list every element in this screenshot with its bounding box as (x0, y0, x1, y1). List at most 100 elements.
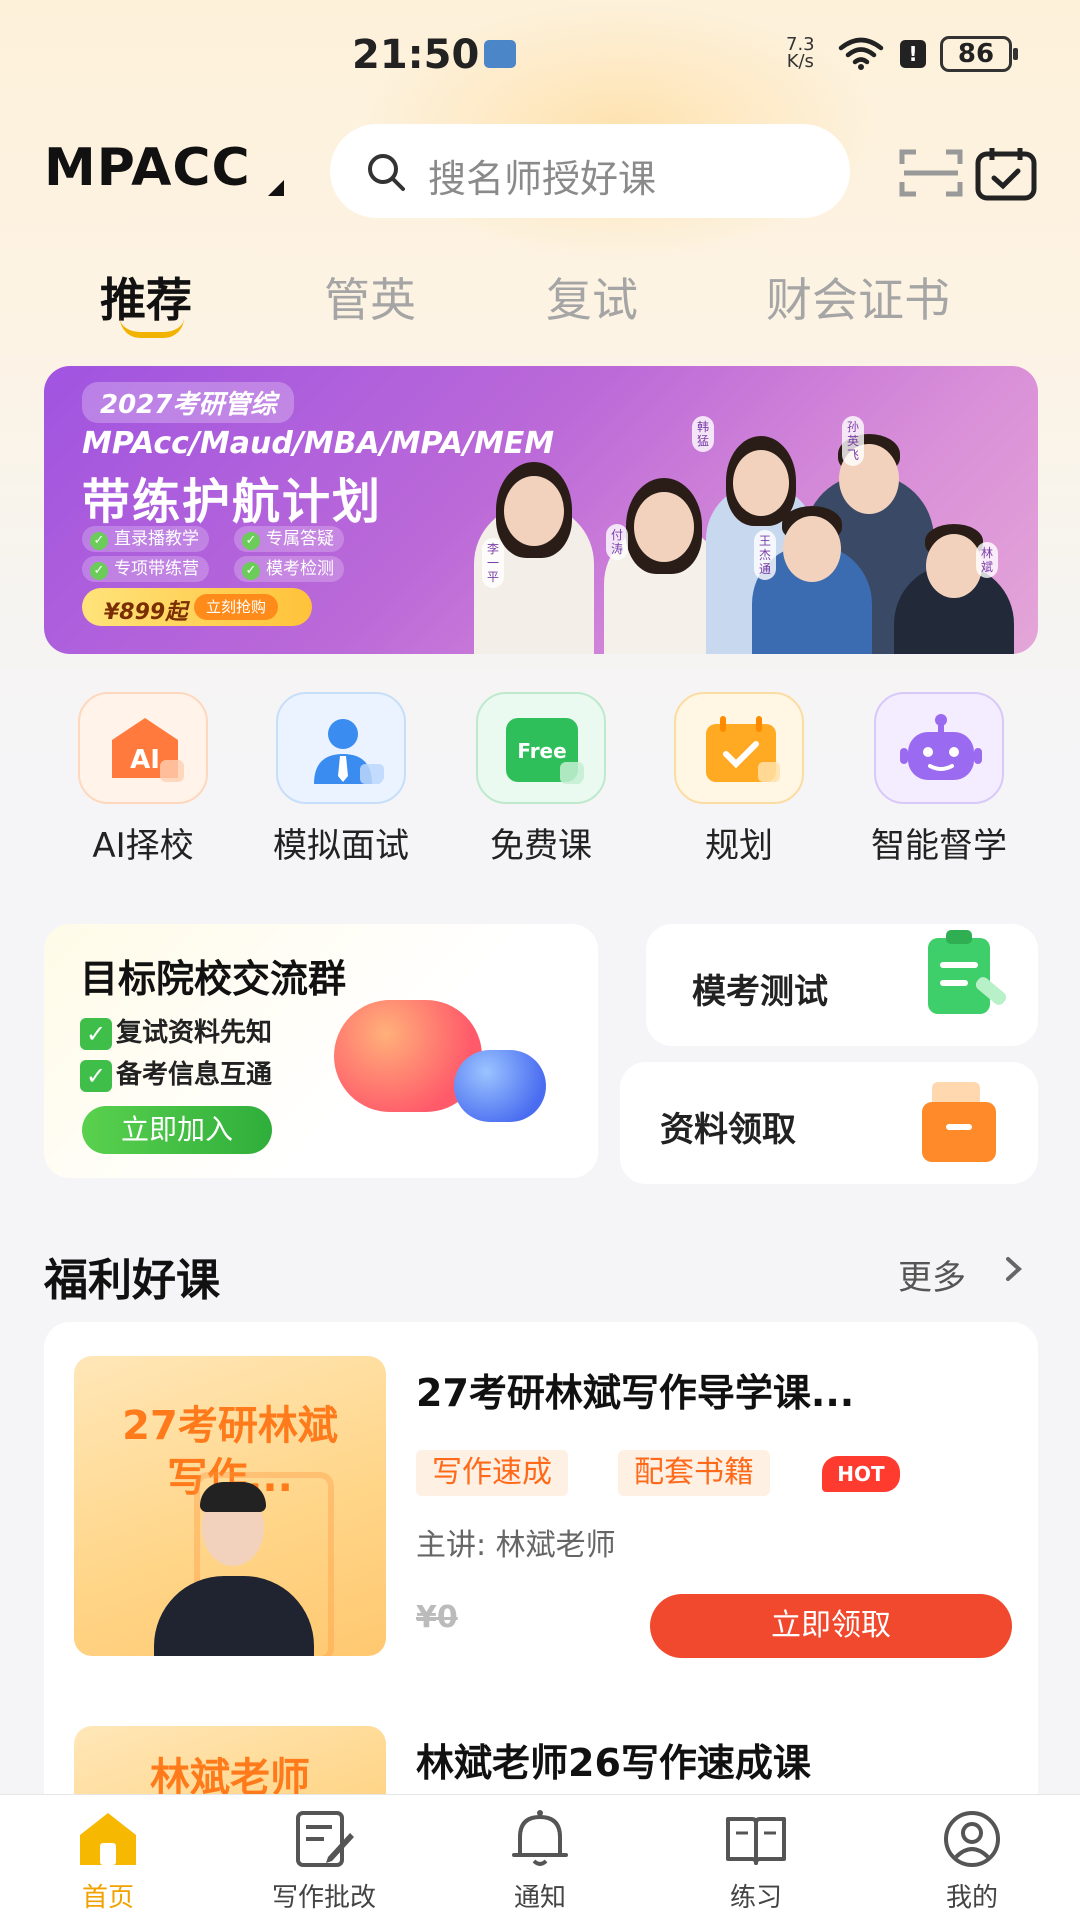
banner-price-pill[interactable]: ¥899起 立刻抢购 (82, 588, 312, 626)
group-card-line-text: 备考信息互通 (116, 1060, 273, 1090)
banner-buy-button[interactable]: 立刻抢购 (194, 594, 279, 620)
banner-chip: 模考检测 (234, 556, 344, 582)
smart-supervise-label: 智能督学 (871, 826, 1007, 866)
teacher-name-tag: 王杰通 (754, 530, 776, 580)
check-icon: ✓ (80, 1017, 112, 1050)
group-card-line: ✓ 复试资料先知 (80, 1012, 272, 1050)
group-card-line-text: 复试资料先知 (116, 1018, 273, 1048)
mock-interview-button[interactable] (276, 692, 406, 804)
battery-indicator: 86 (940, 36, 1018, 72)
ai-school-label: AI择校 (92, 826, 194, 866)
search-icon (368, 154, 405, 191)
section-title: 福利好课 (44, 1255, 220, 1306)
course-thumbnail[interactable]: 27考研林斌写作... (74, 1356, 386, 1656)
promo-banner[interactable]: 2027考研管综 MPAcc/Maud/MBA/MPA/MEM 带练护航计划 直… (44, 366, 1038, 654)
nav-writing-review[interactable]: 写作批改 (216, 1795, 432, 1920)
banner-subtitle: MPAcc/Maud/MBA/MPA/MEM (82, 426, 555, 461)
nav-practice-label: 练习 (729, 1883, 782, 1913)
tab-management-english[interactable]: 管英 (324, 264, 416, 330)
mock-exam-label: 模考测试 (692, 972, 828, 1012)
free-course-icon: Free (506, 718, 584, 784)
plan-calendar-icon (706, 716, 780, 782)
free-course-button[interactable]: Free (476, 692, 606, 804)
banner-chip: 专属答疑 (234, 526, 344, 552)
network-speed: 7.3 K/s (786, 36, 815, 72)
nav-home[interactable]: 首页 (0, 1795, 216, 1920)
status-time: 21:50 (352, 32, 480, 78)
ai-school-button[interactable]: AI (78, 692, 208, 804)
tab-accounting-cert[interactable]: 财会证书 (766, 264, 950, 330)
nav-practice[interactable]: 练习 (648, 1795, 864, 1920)
teacher-label: 主讲: (416, 1528, 487, 1563)
course-tag: 配套书籍 (618, 1450, 770, 1496)
svg-text:Free: Free (517, 739, 566, 763)
banner-tag: 2027考研管综 (82, 382, 295, 423)
nav-profile[interactable]: 我的 (864, 1795, 1080, 1920)
course-title[interactable]: 林斌老师26写作速成课 (416, 1732, 811, 1787)
plan-label: 规划 (705, 826, 773, 866)
course-teacher: 主讲: 林斌老师 (416, 1520, 616, 1564)
join-group-button[interactable]: 立即加入 (82, 1106, 272, 1154)
nav-writing-review-label: 写作批改 (271, 1883, 376, 1913)
teacher-name-tag: 李一平 (482, 538, 504, 588)
claim-course-button[interactable]: 立即领取 (650, 1594, 1012, 1658)
network-speed-unit: K/s (786, 51, 814, 72)
app-logo: MPACC (44, 138, 251, 198)
banner-price: ¥899起 (104, 600, 188, 625)
svg-text:AI: AI (130, 745, 160, 775)
banner-chip: 专项带练营 (82, 556, 209, 582)
interview-person-icon (314, 719, 384, 784)
calendar-check-icon[interactable] (974, 146, 1038, 202)
chevron-right-icon[interactable] (1002, 1256, 1026, 1282)
mock-exam-card[interactable]: 模考测试 (646, 924, 1038, 1046)
teacher-name-tag: 付涛 (606, 524, 628, 560)
scan-icon[interactable] (898, 146, 964, 200)
home-icon (80, 1813, 136, 1865)
free-course-label: 免费课 (490, 826, 592, 866)
search-bar[interactable]: 搜名师授好课 (330, 124, 850, 218)
course-price: ¥0 (416, 1600, 458, 1635)
status-bar: 21:50 7.3 K/s ! 86 (0, 0, 1080, 110)
search-placeholder: 搜名师授好课 (428, 157, 657, 201)
tab-retest[interactable]: 复试 (546, 264, 638, 330)
teacher-hair (200, 1482, 266, 1512)
robot-icon (900, 714, 982, 780)
teacher-name-tag: 韩猛 (692, 416, 714, 452)
bell-icon (512, 1810, 568, 1866)
edit-note-icon (296, 1811, 354, 1867)
plan-button[interactable] (674, 692, 804, 804)
teacher-name-tag: 林斌 (976, 542, 998, 578)
materials-card[interactable]: 资料领取 (620, 1062, 1038, 1184)
tab-active-indicator (120, 318, 184, 338)
open-book-icon (726, 1817, 786, 1865)
bottom-navigation: 首页 写作批改 通知 练习 我的 (0, 1794, 1080, 1920)
materials-box-icon (922, 1082, 996, 1162)
nav-notifications[interactable]: 通知 (432, 1795, 648, 1920)
teacher-name-tag: 孙英飞 (842, 416, 864, 466)
user-profile-icon (944, 1811, 1000, 1867)
logo-dropdown-icon[interactable] (268, 180, 284, 196)
alert-icon: ! (900, 40, 926, 68)
banner-chip: 直录播教学 (82, 526, 209, 552)
nav-profile-label: 我的 (945, 1883, 998, 1913)
nav-notifications-label: 通知 (513, 1883, 566, 1913)
app-notification-icon (484, 40, 516, 68)
chat-bubble-small-icon (454, 1050, 546, 1122)
materials-label: 资料领取 (660, 1110, 796, 1150)
group-card-line: ✓ 备考信息互通 (80, 1054, 272, 1092)
banner-title: 带练护航计划 (82, 474, 383, 530)
check-icon: ✓ (80, 1059, 112, 1092)
more-link[interactable]: 更多 (898, 1250, 966, 1299)
exam-clipboard-icon (928, 930, 1007, 1014)
course-tag: 写作速成 (416, 1450, 568, 1496)
ai-school-icon: AI (112, 718, 184, 782)
hot-badge: HOT (822, 1456, 900, 1492)
wifi-icon (838, 37, 884, 70)
teacher-name: 林斌老师 (495, 1528, 616, 1563)
course-title[interactable]: 27考研林斌写作导学课... (416, 1362, 854, 1417)
mock-interview-label: 模拟面试 (273, 826, 409, 866)
target-school-group-card[interactable]: 目标院校交流群 ✓ 复试资料先知 ✓ 备考信息互通 立即加入 (44, 924, 598, 1178)
nav-home-label: 首页 (81, 1883, 134, 1913)
group-card-title: 目标院校交流群 (80, 957, 347, 1001)
smart-supervise-button[interactable] (874, 692, 1004, 804)
